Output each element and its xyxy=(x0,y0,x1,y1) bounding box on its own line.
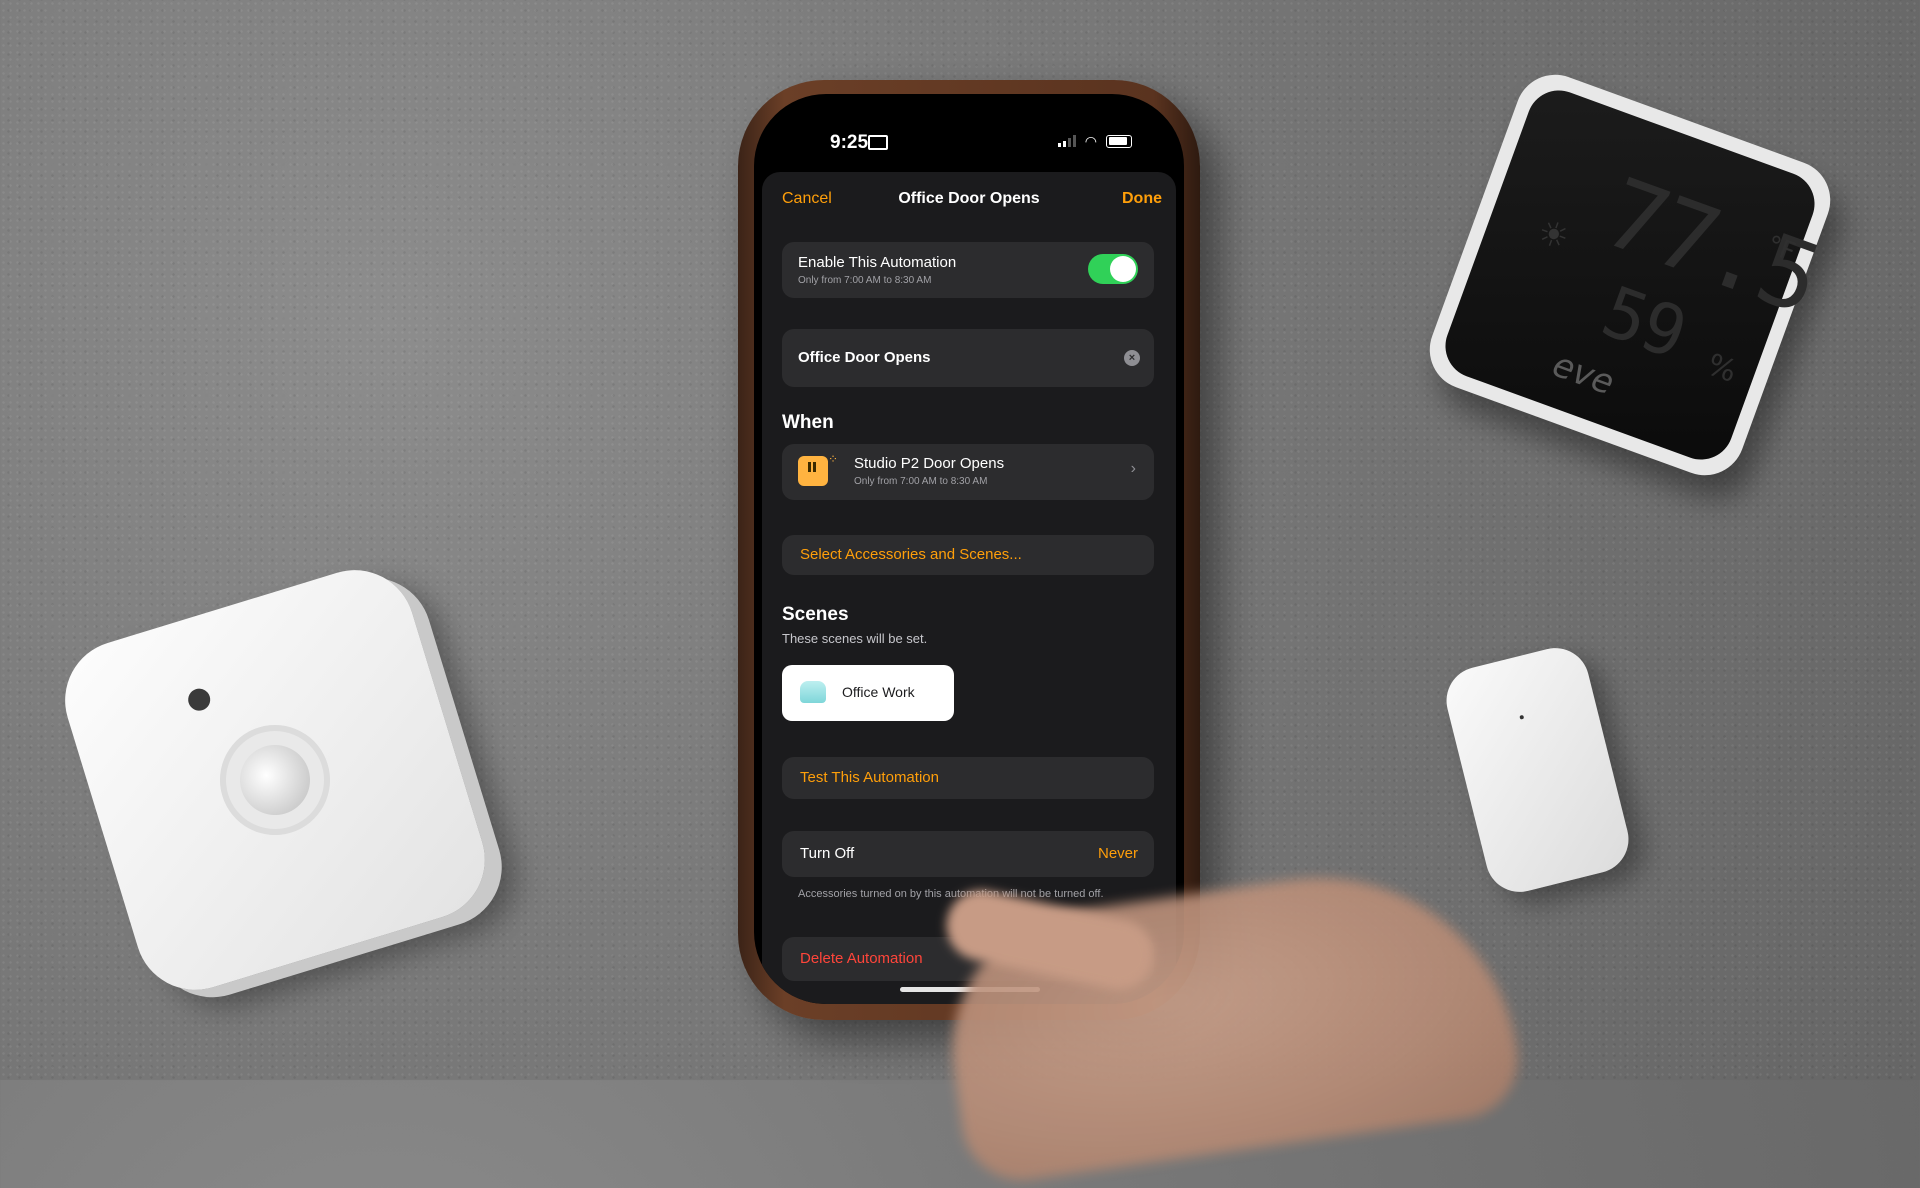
wifi-icon: ◠ xyxy=(1084,133,1097,149)
status-indicators: ◠ xyxy=(1057,133,1132,149)
automation-name-value: Office Door Opens xyxy=(798,349,931,366)
done-button[interactable]: Done xyxy=(1122,190,1162,208)
delete-automation-link[interactable]: Delete Automation xyxy=(800,950,923,967)
scene-label: Office Work xyxy=(842,684,915,700)
scenes-subtitle: These scenes will be set. xyxy=(782,631,928,646)
trigger-row[interactable]: ⁘ Studio P2 Door Opens Only from 7:00 AM… xyxy=(782,444,1154,500)
enable-automation-toggle[interactable] xyxy=(1088,254,1138,284)
enable-automation-label: Enable This Automation xyxy=(798,254,957,271)
phone: 9:25 ◠ Cancel Office Door Opens Done Ena… xyxy=(738,80,1200,1020)
clear-text-icon[interactable]: × xyxy=(1124,350,1140,366)
when-heading: When xyxy=(782,412,834,433)
turn-off-row[interactable]: Turn Off Never xyxy=(782,831,1154,877)
trigger-subtitle: Only from 7:00 AM to 8:30 AM xyxy=(854,476,988,487)
scenes-heading: Scenes xyxy=(782,604,849,625)
turn-off-label: Turn Off xyxy=(800,845,855,862)
turn-off-value[interactable]: Never xyxy=(1098,845,1138,862)
scene-icon xyxy=(800,681,826,703)
page-title: Office Door Opens xyxy=(898,190,1040,207)
humidity-unit: % xyxy=(1702,347,1742,390)
chevron-right-icon: › xyxy=(1130,460,1136,477)
sun-icon: ☀ xyxy=(1532,212,1574,259)
test-automation-link[interactable]: Test This Automation xyxy=(800,769,939,786)
phone-screen: 9:25 ◠ Cancel Office Door Opens Done Ena… xyxy=(754,94,1184,1004)
trigger-title: Studio P2 Door Opens xyxy=(854,455,1005,472)
cellular-signal-icon xyxy=(1057,135,1076,147)
screen-mirroring-icon xyxy=(868,135,888,150)
enable-automation-row: Enable This Automation Only from 7:00 AM… xyxy=(782,242,1154,298)
enable-automation-subtitle: Only from 7:00 AM to 8:30 AM xyxy=(798,275,932,286)
sensor-rays-icon: ⁘ xyxy=(828,452,839,466)
door-sensor-led xyxy=(1519,714,1525,720)
select-accessories-link[interactable]: Select Accessories and Scenes... xyxy=(800,546,1022,563)
contact-sensor-icon xyxy=(798,456,828,486)
battery-icon xyxy=(1106,134,1132,148)
select-accessories-row[interactable]: Select Accessories and Scenes... xyxy=(782,535,1154,575)
scene-tile-office-work[interactable]: Office Work xyxy=(782,665,954,721)
toggle-knob xyxy=(1110,256,1136,282)
automation-name-field[interactable]: Office Door Opens × xyxy=(782,329,1154,387)
test-automation-row[interactable]: Test This Automation xyxy=(782,757,1154,799)
status-time: 9:25 xyxy=(830,132,869,153)
